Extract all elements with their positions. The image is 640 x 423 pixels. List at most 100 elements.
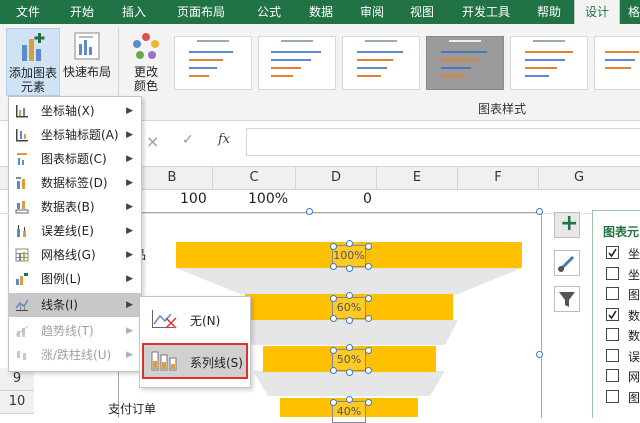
gridlines-icon [15, 248, 29, 262]
data-label[interactable]: 100% [332, 245, 366, 267]
menu-item-label: 图表标题(C) [41, 152, 107, 166]
check-icon [608, 248, 617, 258]
chart-element-label: 图 [628, 390, 640, 405]
check-icon [608, 310, 617, 319]
menu-item-up-down-bars: 涨/跌柱线(U) ▶ [9, 343, 141, 367]
chart-element-checkbox[interactable] [606, 348, 619, 362]
series-lines-icon [151, 351, 177, 371]
category-label-2: 支付订单 [108, 402, 157, 416]
submenu-item-none-label: 无(N) [190, 314, 221, 328]
data-label-handle[interactable] [365, 295, 372, 302]
plus-icon: + [560, 211, 579, 236]
menu-item-trendline: 趋势线(T) ▶ [9, 319, 141, 343]
menu-item-axis-titles[interactable]: 坐标轴标题(A) ▶ [9, 123, 141, 147]
menu-item-data-table[interactable]: 数据表(B) ▶ [9, 195, 141, 219]
lines-icon [15, 299, 29, 311]
trendline-icon [15, 325, 29, 337]
data-label-handle[interactable] [365, 315, 372, 322]
submenu-arrow-icon: ▶ [126, 326, 133, 336]
submenu-arrow-icon: ▶ [126, 202, 133, 212]
menu-item-label: 坐标轴(X) [41, 104, 95, 118]
chart-element-checkbox[interactable] [606, 287, 619, 300]
submenu-arrow-icon: ▶ [126, 106, 133, 116]
chart-styles-button[interactable] [554, 250, 580, 276]
menu-item-axes[interactable]: 坐标轴(X) ▶ [9, 99, 141, 123]
axes-icon [16, 105, 28, 118]
chart-filters-button[interactable] [554, 286, 580, 312]
submenu-arrow-icon: ▶ [126, 274, 133, 284]
data-label-handle[interactable] [346, 292, 353, 299]
filter-icon [559, 292, 575, 307]
chart-element-checkbox[interactable] [606, 369, 619, 382]
chart-element-label: 数 [628, 329, 640, 343]
menu-item-chart-title[interactable]: 图表标题(C) ▶ [9, 147, 141, 171]
chart-element-checkbox[interactable] [606, 389, 619, 403]
chart-element-checkbox[interactable] [606, 246, 619, 259]
data-label-handle[interactable] [330, 243, 337, 250]
menu-item-data-labels[interactable]: 数据标签(D) ▶ [9, 171, 141, 195]
data-label-handle[interactable] [330, 315, 337, 322]
chart-element-label: 误 [628, 349, 640, 364]
chart-elements-panel-title: 图表元 [603, 225, 640, 239]
menu-item-label: 坐标轴标题(A) [41, 128, 119, 142]
data-label[interactable]: 60% [332, 297, 366, 319]
menu-item-gridlines[interactable]: 网格线(G) ▶ [9, 243, 141, 267]
menu-item-label: 涨/跌柱线(U) [41, 348, 112, 362]
data-label[interactable]: 50% [332, 349, 366, 371]
submenu-arrow-icon: ▶ [126, 300, 133, 310]
menu-item-label: 线条(I) [41, 298, 78, 312]
menu-item-label: 误差线(E) [41, 224, 94, 238]
data-label-handle[interactable] [330, 263, 337, 270]
menu-item-label: 图例(L) [41, 272, 82, 286]
no-lines-icon [152, 310, 177, 329]
chart-title-icon [17, 153, 27, 165]
add-chart-element-menu: 坐标轴(X) ▶ 坐标轴标题(A) ▶ 图表标题(C) ▶ 数据标签(D) ▶ 数据表(… [8, 96, 142, 372]
menu-item-label: 趋势线(T) [41, 324, 94, 338]
chart-element-checkbox[interactable] [606, 328, 619, 341]
error-bars-icon [17, 225, 26, 237]
menu-item-label: 数据表(B) [41, 200, 95, 214]
submenu-arrow-icon: ▶ [126, 250, 133, 260]
submenu-arrow-icon: ▶ [126, 154, 133, 164]
data-label-handle[interactable] [330, 399, 337, 406]
submenu-arrow-icon: ▶ [126, 226, 133, 236]
submenu-arrow-icon: ▶ [126, 350, 133, 360]
data-label-handle[interactable] [346, 396, 353, 403]
chart-element-label: 网 [628, 370, 640, 384]
data-label-handle[interactable] [330, 295, 337, 302]
chart-element-checkbox[interactable] [606, 307, 619, 321]
menu-item-label: 网格线(G) [41, 248, 96, 262]
data-label[interactable]: 40% [332, 401, 366, 423]
data-label-handle[interactable] [346, 265, 353, 272]
legend-icon [16, 273, 28, 285]
brush-icon [558, 255, 575, 272]
data-label-handle[interactable] [365, 367, 372, 374]
data-label-handle[interactable] [346, 317, 353, 324]
data-label-handle[interactable] [330, 367, 337, 374]
data-label-handle[interactable] [365, 243, 372, 250]
chart-element-checkbox[interactable] [606, 266, 619, 280]
chart-element-label: 图 [628, 288, 640, 302]
chart-element-label: 数 [628, 308, 640, 323]
data-label-handle[interactable] [346, 240, 353, 247]
menu-item-legend[interactable]: 图例(L) ▶ [9, 267, 141, 291]
menu-item-label: 数据标签(D) [41, 176, 108, 190]
submenu-item-none[interactable]: 无(N) [144, 303, 246, 335]
menu-item-error-bars[interactable]: 误差线(E) ▶ [9, 219, 141, 243]
submenu-item-series-lines-label: 系列线(S) [190, 356, 243, 370]
data-label-handle[interactable] [365, 263, 372, 270]
data-label-handle[interactable] [365, 399, 372, 406]
data-label-handle[interactable] [346, 369, 353, 376]
data-label-handle[interactable] [330, 347, 337, 354]
submenu-arrow-icon: ▶ [126, 130, 133, 140]
menu-item-lines[interactable]: 线条(I) ▶ [9, 293, 141, 317]
chart-elements-button[interactable]: + [554, 211, 580, 238]
lines-submenu: 无(N) 系列线(S) [139, 296, 251, 388]
data-labels-icon [16, 177, 25, 189]
data-label-handle[interactable] [346, 344, 353, 351]
up-down-bars-icon [17, 351, 26, 360]
chart-element-label: 坐 [628, 267, 640, 282]
axis-titles-icon [16, 129, 28, 142]
submenu-item-series-lines[interactable]: 系列线(S) [142, 343, 248, 379]
data-label-handle[interactable] [365, 347, 372, 354]
